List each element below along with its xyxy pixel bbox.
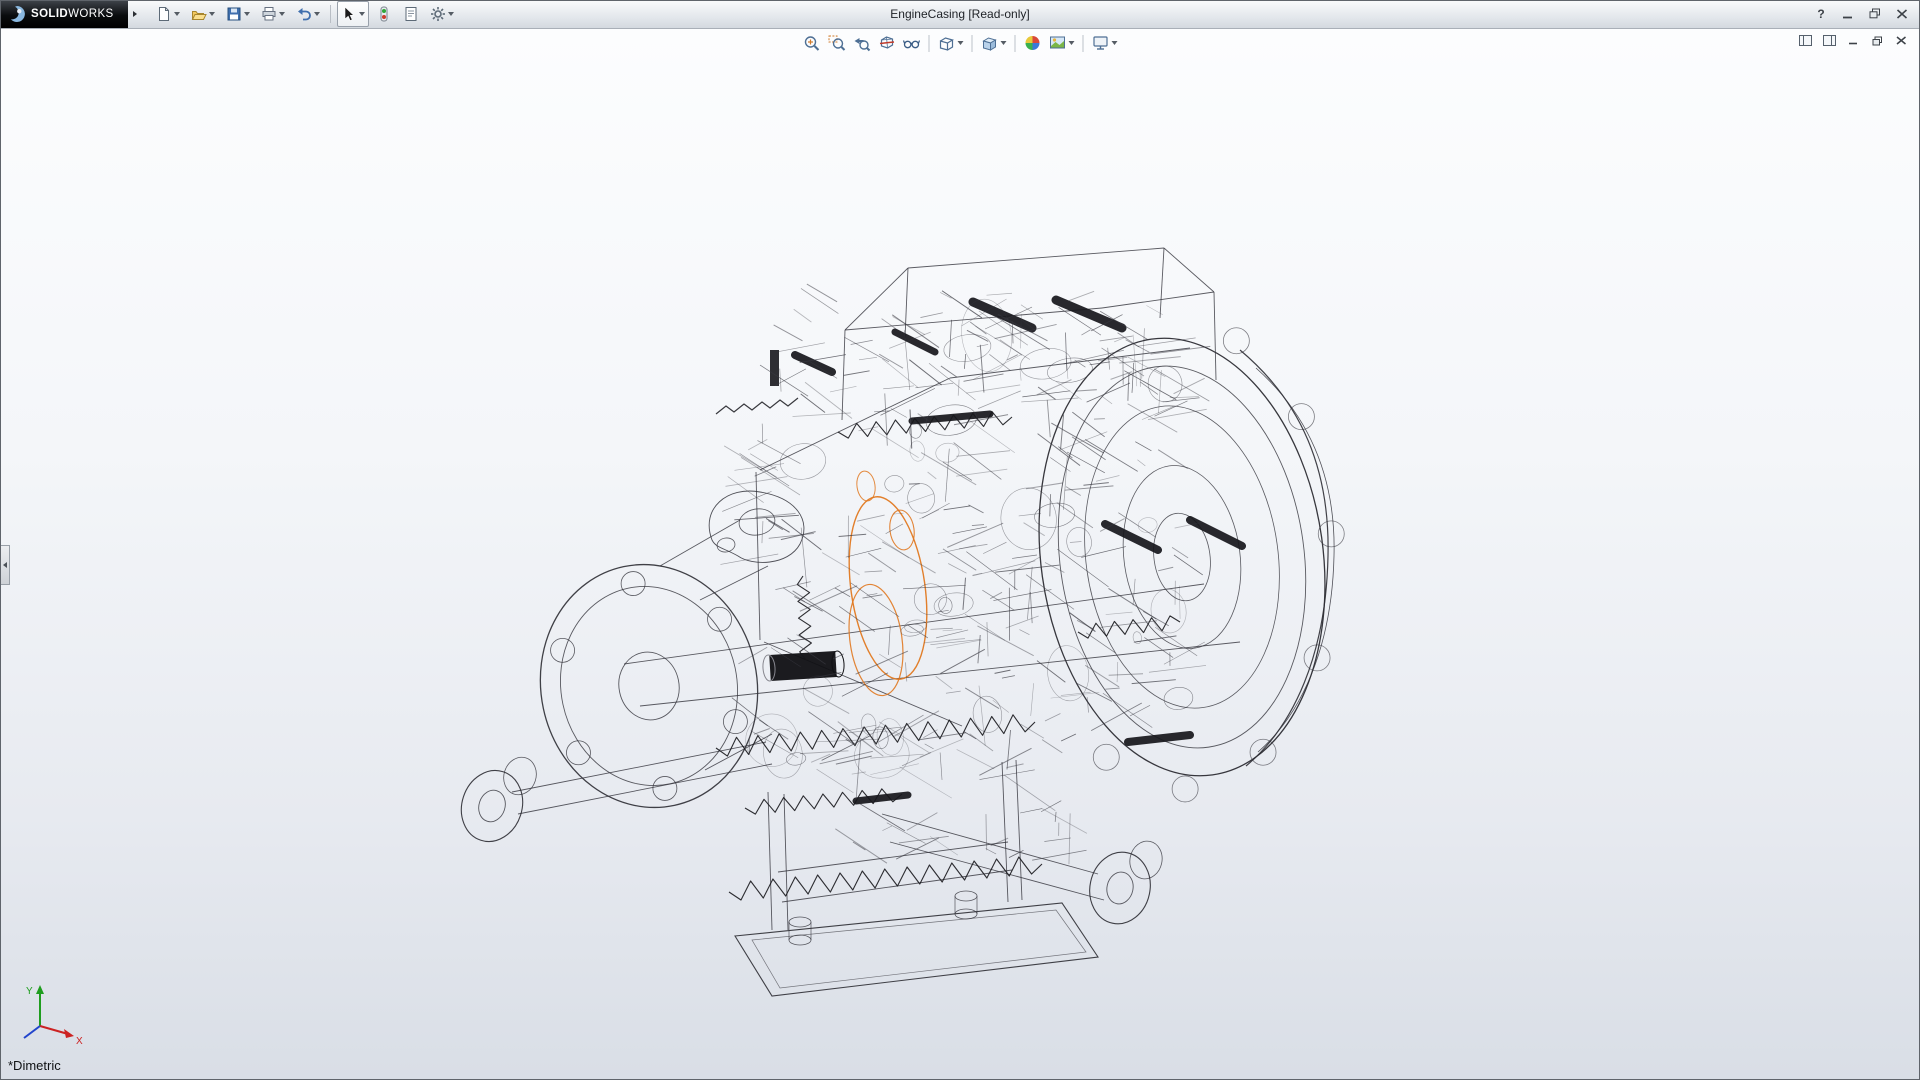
file-properties-button[interactable] [399, 1, 423, 27]
orientation-triad: Y X [12, 978, 90, 1054]
main-toolbar [152, 1, 458, 27]
hide-show-items-glasses-icon [903, 34, 921, 52]
new-document-icon [156, 6, 172, 22]
close-icon [1896, 9, 1908, 19]
view-orientation-label: *Dimetric [8, 1058, 61, 1073]
pane-right-icon [1823, 35, 1836, 46]
triad-x-label: X [76, 1036, 83, 1047]
restore-icon [1869, 8, 1881, 19]
print-icon [261, 6, 277, 22]
minimize-document-button[interactable] [1844, 33, 1862, 48]
select-button[interactable] [337, 1, 369, 27]
minimize-icon [1842, 9, 1854, 19]
pane-right-button[interactable] [1820, 33, 1838, 48]
heads-up-separator [1015, 35, 1016, 52]
minimize-icon [1848, 36, 1859, 45]
close-button[interactable] [1892, 5, 1912, 22]
rebuild-button[interactable] [372, 1, 396, 27]
view-orientation-cube-icon [938, 34, 956, 52]
close-icon [1896, 36, 1907, 45]
section-view-button[interactable] [876, 31, 898, 55]
apply-scene-button[interactable] [1047, 31, 1077, 55]
previous-view-button[interactable] [851, 31, 873, 55]
edit-appearance-sphere-icon [1024, 34, 1042, 52]
options-button[interactable] [426, 1, 458, 27]
chevron-right-icon [133, 11, 137, 17]
zoom-to-fit-icon [803, 34, 821, 52]
help-button[interactable]: ? [1811, 5, 1831, 22]
print-button[interactable] [257, 1, 289, 27]
chevron-down-icon [279, 12, 285, 16]
window-title: EngineCasing [Read-only] [890, 0, 1029, 28]
hide-show-items-button[interactable] [901, 31, 923, 55]
save-button[interactable] [222, 1, 254, 27]
document-window-controls [1796, 33, 1910, 48]
close-document-button[interactable] [1892, 33, 1910, 48]
chevron-down-icon [448, 12, 454, 16]
menu-flyout-arrow[interactable] [128, 3, 142, 25]
file-properties-icon [403, 6, 419, 22]
toolbar-separator [330, 5, 331, 23]
previous-view-icon [853, 34, 871, 52]
heads-up-separator [972, 35, 973, 52]
zoom-to-area-button[interactable] [826, 31, 848, 55]
display-style-icon [981, 34, 999, 52]
title-bar: SOLIDWORKS [0, 0, 1920, 29]
section-view-icon [878, 34, 896, 52]
chevron-down-icon [359, 12, 365, 16]
heads-up-separator [929, 35, 930, 52]
solidworks-logo: SOLIDWORKS [0, 0, 128, 28]
window-controls: ? [1811, 5, 1912, 22]
new-document-button[interactable] [152, 1, 184, 27]
zoom-to-fit-button[interactable] [801, 31, 823, 55]
chevron-down-icon [209, 12, 215, 16]
restore-document-button[interactable] [1868, 33, 1886, 48]
zoom-to-area-icon [828, 34, 846, 52]
view-settings-button[interactable] [1090, 31, 1120, 55]
restore-button[interactable] [1865, 5, 1885, 22]
chevron-down-icon [1112, 41, 1118, 45]
app-name: SOLIDWORKS [31, 8, 114, 20]
pane-left-button[interactable] [1796, 33, 1814, 48]
panel-flyout-tab[interactable] [0, 545, 10, 585]
heads-up-separator [1083, 35, 1084, 52]
chevron-down-icon [174, 12, 180, 16]
chevron-down-icon [958, 41, 964, 45]
minimize-button[interactable] [1838, 5, 1858, 22]
chevron-left-icon [3, 562, 7, 568]
apply-scene-icon [1049, 34, 1067, 52]
solidworks-swirl-icon [8, 5, 26, 23]
view-orientation-button[interactable] [936, 31, 966, 55]
view-settings-icon [1092, 34, 1110, 52]
help-icon: ? [1817, 7, 1824, 21]
open-button[interactable] [187, 1, 219, 27]
heads-up-view-toolbar [801, 31, 1120, 55]
pane-left-icon [1799, 35, 1812, 46]
chevron-down-icon [244, 12, 250, 16]
graphics-area[interactable] [1, 28, 1919, 1079]
chevron-down-icon [314, 12, 320, 16]
triad-y-label: Y [26, 986, 33, 997]
save-icon [226, 6, 242, 22]
undo-button[interactable] [292, 1, 324, 27]
display-style-button[interactable] [979, 31, 1009, 55]
options-gear-icon [430, 6, 446, 22]
undo-icon [296, 6, 312, 22]
chevron-down-icon [1069, 41, 1075, 45]
open-icon [191, 6, 207, 22]
chevron-down-icon [1001, 41, 1007, 45]
restore-icon [1872, 36, 1883, 46]
select-cursor-icon [341, 6, 357, 22]
edit-appearance-button[interactable] [1022, 31, 1044, 55]
rebuild-traffic-light-icon [376, 6, 392, 22]
